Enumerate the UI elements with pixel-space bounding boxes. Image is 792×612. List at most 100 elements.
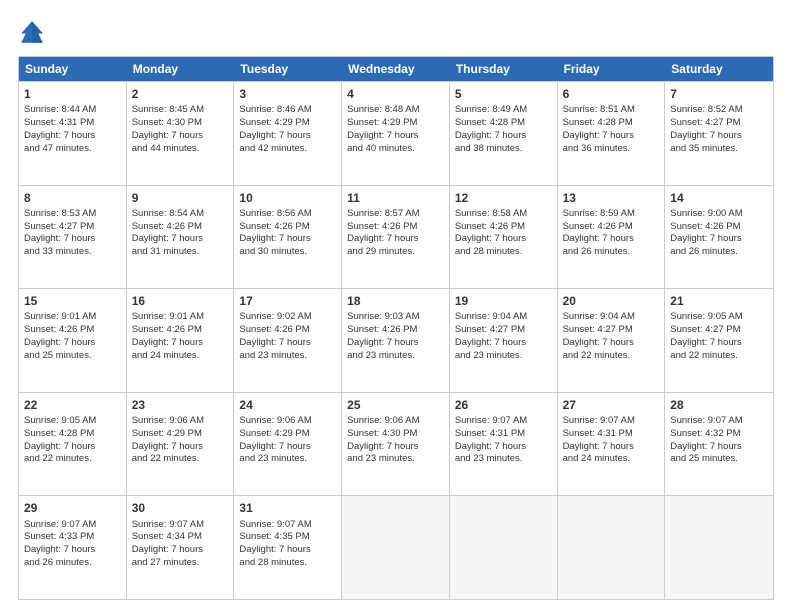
- day-info-line: Daylight: 7 hours: [132, 233, 229, 246]
- day-info-line: Sunrise: 8:49 AM: [455, 104, 552, 117]
- day-info-line: Sunset: 4:26 PM: [239, 324, 336, 337]
- calendar-row-3: 15Sunrise: 9:01 AMSunset: 4:26 PMDayligh…: [19, 288, 773, 392]
- day-info-line: Daylight: 7 hours: [347, 337, 444, 350]
- calendar-cell-25: 25Sunrise: 9:06 AMSunset: 4:30 PMDayligh…: [342, 393, 450, 496]
- calendar-cell-28: 28Sunrise: 9:07 AMSunset: 4:32 PMDayligh…: [665, 393, 773, 496]
- calendar-cell-22: 22Sunrise: 9:05 AMSunset: 4:28 PMDayligh…: [19, 393, 127, 496]
- day-info-line: Daylight: 7 hours: [670, 233, 768, 246]
- day-number: 16: [132, 293, 229, 309]
- day-info-line: Daylight: 7 hours: [24, 441, 121, 454]
- day-info-line: and 31 minutes.: [132, 246, 229, 259]
- day-info-line: Sunset: 4:34 PM: [132, 531, 229, 544]
- day-info-line: Daylight: 7 hours: [24, 233, 121, 246]
- day-info-line: Sunset: 4:27 PM: [455, 324, 552, 337]
- calendar-row-1: 1Sunrise: 8:44 AMSunset: 4:31 PMDaylight…: [19, 81, 773, 185]
- header-day-monday: Monday: [127, 57, 235, 81]
- day-info-line: Daylight: 7 hours: [24, 130, 121, 143]
- day-info-line: Sunset: 4:26 PM: [132, 221, 229, 234]
- day-info-line: and 23 minutes.: [347, 453, 444, 466]
- day-info-line: Sunrise: 9:05 AM: [670, 311, 768, 324]
- day-info-line: and 47 minutes.: [24, 143, 121, 156]
- calendar-body: 1Sunrise: 8:44 AMSunset: 4:31 PMDaylight…: [19, 81, 773, 599]
- day-info-line: Sunrise: 9:06 AM: [132, 415, 229, 428]
- day-number: 23: [132, 397, 229, 413]
- calendar-cell-18: 18Sunrise: 9:03 AMSunset: 4:26 PMDayligh…: [342, 289, 450, 392]
- day-info-line: Daylight: 7 hours: [239, 544, 336, 557]
- day-info-line: Sunset: 4:35 PM: [239, 531, 336, 544]
- day-number: 10: [239, 190, 336, 206]
- day-info-line: Sunset: 4:29 PM: [132, 428, 229, 441]
- calendar: SundayMondayTuesdayWednesdayThursdayFrid…: [18, 56, 774, 600]
- day-number: 11: [347, 190, 444, 206]
- day-number: 21: [670, 293, 768, 309]
- calendar-cell-empty: [558, 496, 666, 599]
- day-info-line: and 22 minutes.: [24, 453, 121, 466]
- day-info-line: and 38 minutes.: [455, 143, 552, 156]
- day-info-line: Sunset: 4:26 PM: [239, 221, 336, 234]
- day-info-line: and 30 minutes.: [239, 246, 336, 259]
- day-info-line: Sunset: 4:30 PM: [132, 117, 229, 130]
- header-day-thursday: Thursday: [450, 57, 558, 81]
- day-info-line: and 24 minutes.: [563, 453, 660, 466]
- day-info-line: Sunset: 4:29 PM: [347, 117, 444, 130]
- calendar-cell-26: 26Sunrise: 9:07 AMSunset: 4:31 PMDayligh…: [450, 393, 558, 496]
- day-info-line: Sunset: 4:26 PM: [347, 221, 444, 234]
- calendar-cell-21: 21Sunrise: 9:05 AMSunset: 4:27 PMDayligh…: [665, 289, 773, 392]
- day-info-line: Sunrise: 8:54 AM: [132, 208, 229, 221]
- day-info-line: Sunrise: 8:44 AM: [24, 104, 121, 117]
- calendar-cell-5: 5Sunrise: 8:49 AMSunset: 4:28 PMDaylight…: [450, 82, 558, 185]
- day-info-line: Sunrise: 8:48 AM: [347, 104, 444, 117]
- calendar-cell-8: 8Sunrise: 8:53 AMSunset: 4:27 PMDaylight…: [19, 186, 127, 289]
- day-info-line: and 23 minutes.: [239, 350, 336, 363]
- day-info-line: Sunrise: 8:59 AM: [563, 208, 660, 221]
- day-info-line: Daylight: 7 hours: [24, 337, 121, 350]
- day-info-line: Daylight: 7 hours: [239, 130, 336, 143]
- day-number: 15: [24, 293, 121, 309]
- calendar-cell-23: 23Sunrise: 9:06 AMSunset: 4:29 PMDayligh…: [127, 393, 235, 496]
- header: [18, 18, 774, 46]
- day-number: 26: [455, 397, 552, 413]
- day-number: 28: [670, 397, 768, 413]
- day-info-line: Sunrise: 8:57 AM: [347, 208, 444, 221]
- day-info-line: Daylight: 7 hours: [563, 233, 660, 246]
- day-info-line: Sunset: 4:26 PM: [347, 324, 444, 337]
- day-info-line: Sunrise: 8:53 AM: [24, 208, 121, 221]
- day-info-line: Sunset: 4:29 PM: [239, 117, 336, 130]
- day-info-line: Sunset: 4:31 PM: [455, 428, 552, 441]
- day-info-line: Sunrise: 8:51 AM: [563, 104, 660, 117]
- logo-icon: [18, 18, 46, 46]
- day-info-line: Sunrise: 8:52 AM: [670, 104, 768, 117]
- day-info-line: Sunrise: 9:06 AM: [347, 415, 444, 428]
- day-number: 4: [347, 86, 444, 102]
- day-info-line: Sunset: 4:26 PM: [563, 221, 660, 234]
- day-info-line: Sunset: 4:31 PM: [563, 428, 660, 441]
- calendar-cell-1: 1Sunrise: 8:44 AMSunset: 4:31 PMDaylight…: [19, 82, 127, 185]
- day-info-line: Sunrise: 9:02 AM: [239, 311, 336, 324]
- day-info-line: and 33 minutes.: [24, 246, 121, 259]
- header-day-sunday: Sunday: [19, 57, 127, 81]
- day-number: 14: [670, 190, 768, 206]
- day-number: 24: [239, 397, 336, 413]
- day-number: 8: [24, 190, 121, 206]
- calendar-row-2: 8Sunrise: 8:53 AMSunset: 4:27 PMDaylight…: [19, 185, 773, 289]
- day-info-line: Sunrise: 9:05 AM: [24, 415, 121, 428]
- header-day-wednesday: Wednesday: [342, 57, 450, 81]
- day-info-line: and 25 minutes.: [24, 350, 121, 363]
- day-info-line: Sunset: 4:28 PM: [455, 117, 552, 130]
- day-info-line: Sunrise: 9:01 AM: [132, 311, 229, 324]
- header-day-friday: Friday: [558, 57, 666, 81]
- day-info-line: Sunrise: 8:56 AM: [239, 208, 336, 221]
- calendar-cell-9: 9Sunrise: 8:54 AMSunset: 4:26 PMDaylight…: [127, 186, 235, 289]
- day-info-line: and 27 minutes.: [132, 557, 229, 570]
- day-info-line: Daylight: 7 hours: [670, 130, 768, 143]
- day-info-line: Daylight: 7 hours: [347, 441, 444, 454]
- day-number: 30: [132, 500, 229, 516]
- day-number: 31: [239, 500, 336, 516]
- day-info-line: Sunset: 4:26 PM: [670, 221, 768, 234]
- day-info-line: Sunrise: 8:46 AM: [239, 104, 336, 117]
- day-info-line: Sunset: 4:27 PM: [563, 324, 660, 337]
- day-info-line: Daylight: 7 hours: [670, 337, 768, 350]
- day-info-line: and 44 minutes.: [132, 143, 229, 156]
- calendar-cell-empty: [342, 496, 450, 599]
- day-number: 6: [563, 86, 660, 102]
